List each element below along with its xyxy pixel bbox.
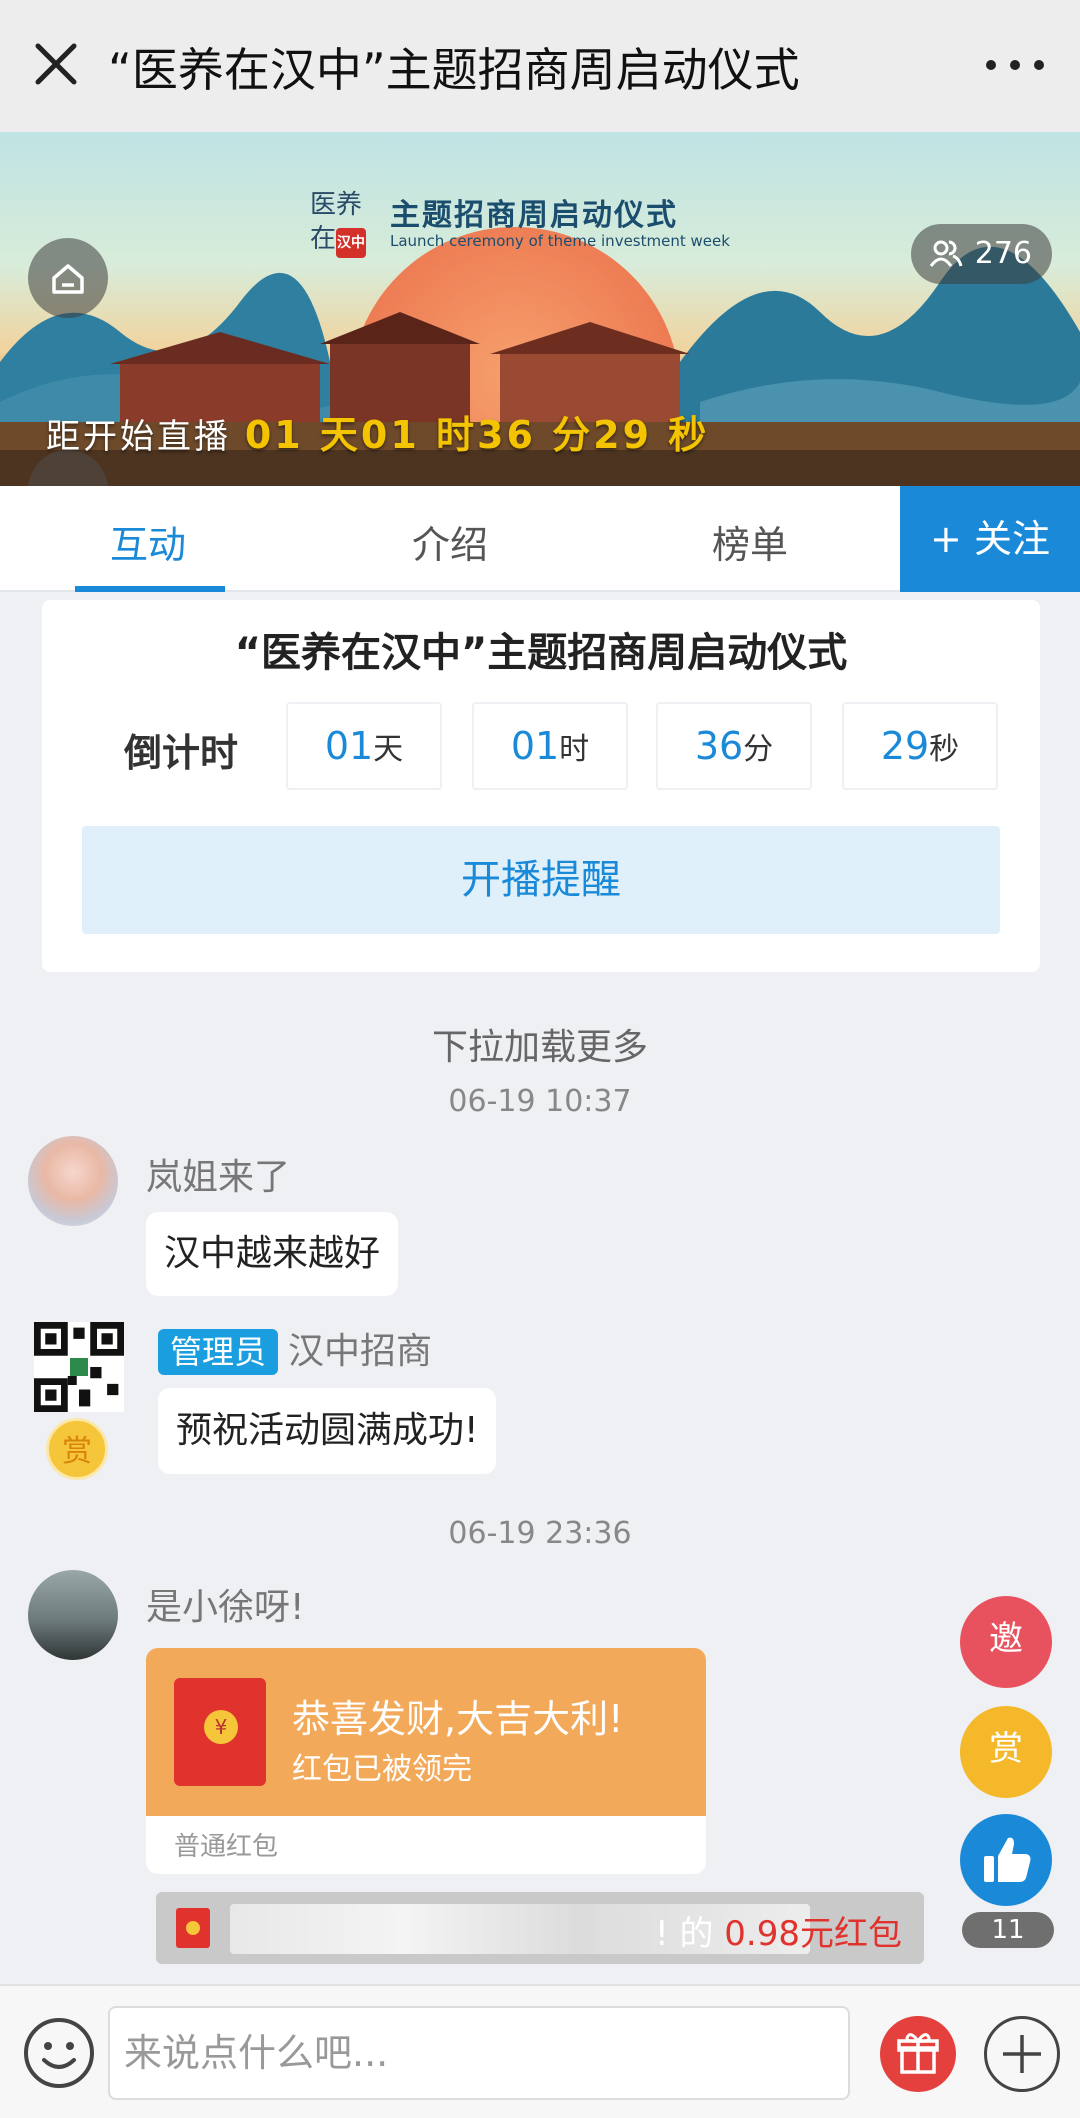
tab-ranking[interactable]: 榜单 [712, 514, 788, 569]
follow-button[interactable]: + 关注 [900, 486, 1080, 592]
banner-logo: 医养 在汉中 主题招商周启动仪式 Launch ceremony of theme… [310, 180, 740, 290]
tab-bar: 互动 介绍 榜单 + 关注 [0, 486, 1080, 592]
message-username: 是小徐呀! [146, 1587, 305, 1628]
avatar[interactable] [28, 1570, 118, 1660]
notice-amount: 0.98元红包 [724, 1914, 902, 1954]
add-button[interactable] [984, 2016, 1060, 2092]
timestamp: 06-19 23:36 [448, 1516, 632, 1551]
red-packet-status: 红包已被领完 [292, 1752, 472, 1787]
gift-button[interactable] [880, 2016, 956, 2092]
gift-icon [897, 2033, 939, 2074]
message-bubble: 预祝活动圆满成功! [158, 1388, 497, 1474]
plus-icon [1003, 2035, 1041, 2073]
viewer-count: 276 [974, 236, 1032, 271]
countdown-minutes: 36分 [656, 702, 812, 790]
message-sender: 管理员 汉中招商 [158, 1322, 432, 1375]
hours-value: 01 [510, 724, 560, 768]
invite-button[interactable]: 邀 [960, 1596, 1052, 1688]
more-options-icon[interactable] [980, 44, 1050, 84]
message-username: 岚姐来了 [146, 1157, 291, 1198]
home-icon [52, 264, 84, 294]
countdown-card: “医养在汉中”主题招商周启动仪式 倒计时 01天 01时 36分 29秒 开播提… [42, 600, 1040, 972]
close-icon[interactable] [28, 36, 84, 92]
notice-text: ! 的 0.98元红包 [655, 1906, 902, 1955]
minutes-value: 36 [694, 724, 744, 768]
like-button[interactable] [960, 1814, 1052, 1906]
like-count: 11 [962, 1912, 1054, 1948]
banner-seal: 医养 在汉中 [310, 188, 380, 278]
minutes-unit: 分 [743, 732, 774, 767]
red-packet-greeting: 恭喜发财,大吉大利! [292, 1697, 624, 1741]
countdown-label: 倒计时 [124, 731, 239, 775]
timestamp: 06-19 10:37 [448, 1084, 632, 1119]
banner-title-cn: 主题招商周启动仪式 [390, 198, 678, 233]
countdown-seconds: 29秒 [842, 702, 998, 790]
home-button[interactable] [28, 238, 108, 318]
top-nav-bar: “医养在汉中”主题招商周启动仪式 [0, 0, 1080, 132]
red-envelope-icon [176, 1908, 210, 1948]
countdown-hours: 01时 [472, 702, 628, 790]
message-username: 汉中招商 [288, 1331, 433, 1372]
load-more-hint: 下拉加载更多 [431, 1027, 648, 1068]
viewer-count-badge: 276 [910, 224, 1052, 284]
reward-badge: 赏 [46, 1418, 108, 1480]
page-title: “医养在汉中”主题招商周启动仪式 [108, 43, 800, 97]
red-packet-notice: ! 的 0.98元红包 [156, 1892, 924, 1964]
avatar-qr-code[interactable] [34, 1322, 124, 1412]
message-bubble: 汉中越来越好 [146, 1212, 399, 1296]
people-icon [929, 240, 963, 267]
days-unit: 天 [373, 732, 404, 767]
red-envelope-icon: ¥ [174, 1678, 266, 1786]
red-packet-card[interactable]: ¥ 恭喜发财,大吉大利! 红包已被领完 普通红包 [146, 1648, 706, 1874]
red-packet-type: 普通红包 [174, 1832, 279, 1862]
days-value: 01 [324, 724, 374, 768]
admin-badge: 管理员 [158, 1329, 279, 1375]
banner-title-en: Launch ceremony of theme investment week [390, 232, 730, 250]
countdown-value: 01 天01 时36 分29 秒 [244, 413, 710, 457]
emoji-icon[interactable] [22, 2016, 96, 2090]
card-title: “医养在汉中”主题招商周启动仪式 [234, 630, 848, 676]
active-tab-indicator [75, 586, 225, 592]
seconds-unit: 秒 [929, 732, 960, 767]
tab-interact[interactable]: 互动 [110, 514, 186, 569]
thumbs-up-icon [984, 1837, 1031, 1882]
notice-suffix: ! 的 [655, 1914, 725, 1954]
tab-intro[interactable]: 介绍 [412, 514, 488, 569]
avatar[interactable] [28, 1136, 118, 1226]
live-countdown: 距开始直播 01 天01 时36 分29 秒 [46, 404, 709, 459]
seconds-value: 29 [880, 724, 930, 768]
countdown-days: 01天 [286, 702, 442, 790]
live-banner: 医养 在汉中 主题招商周启动仪式 Launch ceremony of theme… [0, 132, 1080, 486]
chat-input[interactable]: 来说点什么吧... [108, 2006, 850, 2100]
live-reminder-button[interactable]: 开播提醒 [82, 826, 1000, 934]
reward-button[interactable]: 赏 [960, 1706, 1052, 1798]
hours-unit: 时 [559, 732, 590, 767]
chat-input-bar: 来说点什么吧... [0, 1984, 1080, 2118]
